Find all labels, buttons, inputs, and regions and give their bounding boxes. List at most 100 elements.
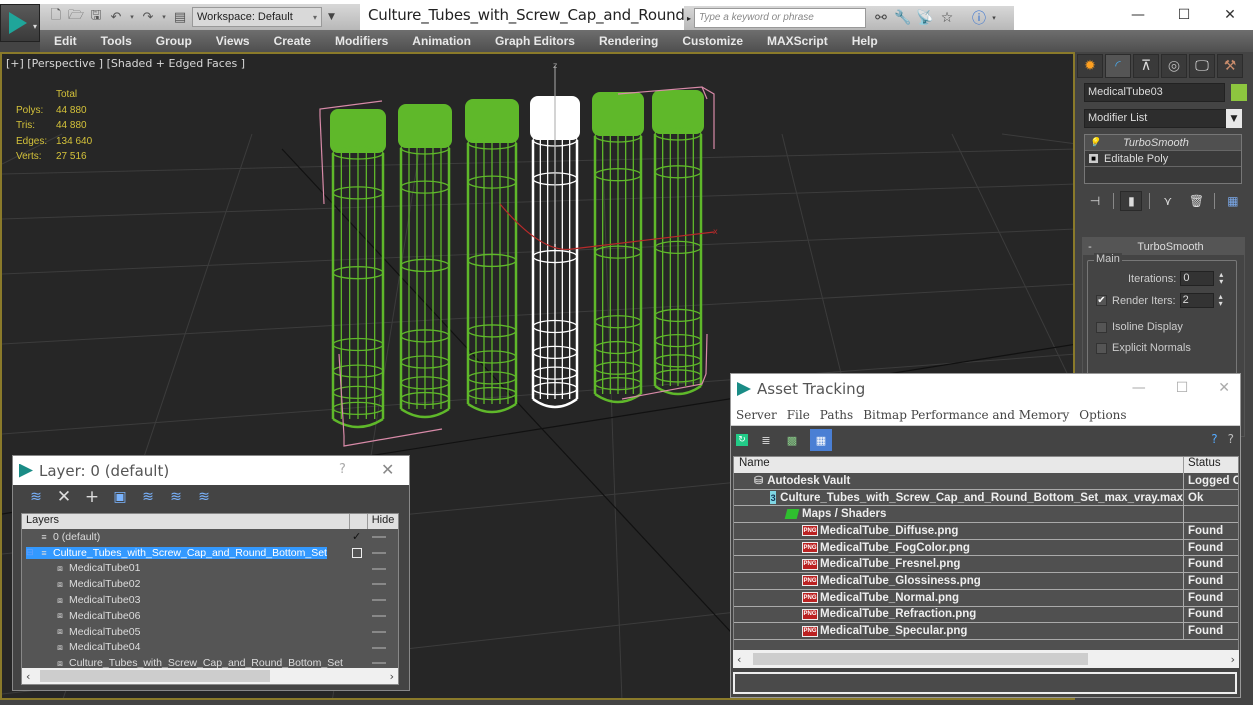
menu-group[interactable]: Group [156, 34, 192, 48]
thumbnail-view-icon[interactable]: ▩ [784, 432, 800, 448]
modifier-list-dropdown[interactable]: Modifier List [1084, 109, 1242, 128]
menu-rendering[interactable]: Rendering [599, 34, 658, 48]
menu-help[interactable]: Help [852, 34, 878, 48]
scrollbar-thumb[interactable] [40, 670, 270, 682]
hide-toggle[interactable] [372, 630, 386, 633]
utilities-tab[interactable]: ⚒ [1217, 54, 1243, 78]
hide-toggle[interactable] [372, 599, 386, 602]
object-color-swatch[interactable] [1231, 84, 1247, 101]
menu-bitmap-performance[interactable]: Bitmap Performance and Memory [863, 408, 1069, 422]
layer-object-row[interactable]: ⧈ MedicalTube03 [22, 592, 398, 608]
workspace-select[interactable]: Workspace: Default ▾ [192, 7, 322, 27]
minimize-button[interactable]: — [1115, 0, 1161, 30]
hide-toggle[interactable] [372, 536, 386, 538]
collapse-icon[interactable]: - [1083, 241, 1097, 253]
layer-object-row[interactable]: ⧈ MedicalTube01 [22, 561, 398, 577]
redo-icon[interactable]: ↷ [140, 9, 156, 25]
hide-toggle[interactable] [372, 614, 386, 617]
layer-object-row[interactable]: ⧈ MedicalTube02 [22, 576, 398, 592]
create-layer-icon[interactable]: ≋ [27, 489, 45, 505]
menu-create[interactable]: Create [274, 34, 311, 48]
undo-icon[interactable]: ↶ [108, 9, 124, 25]
horizontal-scrollbar[interactable]: ‹ › [22, 668, 398, 684]
highlight-layer-icon[interactable]: ≋ [139, 489, 157, 505]
hide-toggle[interactable] [372, 551, 386, 554]
lightbulb-icon[interactable]: 💡 [1089, 137, 1103, 148]
select-objects-icon[interactable]: ▣ [111, 489, 129, 505]
close-button[interactable]: ✕ [381, 460, 394, 479]
stack-item-editable-poly[interactable]: ■ Editable Poly [1085, 151, 1241, 167]
minimize-button[interactable]: — [1132, 380, 1146, 396]
close-button[interactable]: ✕ [1218, 380, 1230, 396]
motion-tab[interactable]: ◎ [1161, 54, 1187, 78]
help-dropdown-icon[interactable]: ▾ [990, 14, 998, 22]
new-file-icon[interactable]: 🗋 [48, 8, 64, 25]
make-unique-icon[interactable]: ⋎ [1157, 191, 1179, 211]
pin-stack-icon[interactable]: ⊣ [1084, 191, 1106, 211]
render-iters-checkbox[interactable]: ✔ [1096, 295, 1107, 306]
menu-customize[interactable]: Customize [682, 34, 743, 48]
horizontal-scrollbar[interactable]: ‹ › [733, 650, 1239, 668]
tube-medicaltube06[interactable] [652, 90, 704, 396]
modify-tab[interactable]: ◜ [1105, 54, 1131, 78]
open-file-icon[interactable]: 🗁 [68, 8, 84, 25]
dialog-titlebar[interactable]: Asset Tracking — ☐ ✕ [731, 374, 1240, 404]
viewport-label[interactable]: [+] [Perspective ] [Shaded + Edged Faces… [6, 57, 245, 70]
menu-animation[interactable]: Animation [412, 34, 471, 48]
customize-toolbar-icon[interactable]: ▼ [328, 12, 335, 22]
render-iters-input[interactable]: 2 [1179, 293, 1214, 308]
search-input[interactable]: Type a keyword or phrase [694, 8, 866, 28]
redo-dropdown-icon[interactable]: ▾ [160, 9, 168, 25]
menu-views[interactable]: Views [216, 34, 250, 48]
scroll-left-icon[interactable]: ‹ [26, 670, 30, 683]
column-header-name[interactable]: Name [734, 457, 1184, 473]
close-button[interactable]: ✕ [1207, 0, 1253, 30]
asset-row[interactable]: PNG MedicalTube_Specular.png Found [734, 623, 1238, 640]
column-header-layers[interactable]: Layers [22, 514, 350, 529]
hide-toggle[interactable] [372, 567, 386, 570]
undo-dropdown-icon[interactable]: ▾ [128, 9, 136, 25]
save-icon[interactable]: 🖫 [88, 8, 104, 25]
layer-object-row[interactable]: ⧈ MedicalTube06 [22, 608, 398, 624]
tube-medicaltube01[interactable] [330, 109, 386, 429]
menu-tools[interactable]: Tools [101, 34, 132, 48]
remove-modifier-icon[interactable]: 🗑 [1186, 191, 1208, 211]
menu-options[interactable]: Options [1079, 408, 1126, 422]
help-icon[interactable]: ⓘ [968, 8, 990, 28]
collapse-icon[interactable]: ⊟ [26, 547, 36, 558]
menu-file[interactable]: File [787, 408, 810, 422]
stack-item-turbosmooth[interactable]: 💡 TurboSmooth [1085, 135, 1241, 151]
freeze-layer-icon[interactable]: ≋ [195, 489, 213, 505]
asset-row[interactable]: PNG MedicalTube_Glossiness.png Found [734, 573, 1238, 590]
satellite-icon[interactable]: 📡 [914, 10, 936, 26]
layer-row[interactable]: ≡ 0 (default) ✓ [22, 529, 398, 545]
dialog-titlebar[interactable]: Layer: 0 (default) ? ✕ [13, 456, 409, 485]
context-help-icon[interactable]: ? [1228, 432, 1234, 446]
menu-maxscript[interactable]: MAXScript [767, 34, 828, 48]
column-header-status[interactable]: Status [1184, 457, 1238, 473]
tube-medicaltube03-other[interactable] [465, 99, 519, 414]
iterations-spinner[interactable]: ▴ ▾ [1217, 271, 1225, 286]
wrench-icon[interactable]: 🔧 [892, 10, 914, 26]
table-view-icon[interactable]: ▦ [810, 429, 832, 451]
asset-row[interactable]: PNG MedicalTube_Diffuse.png Found [734, 523, 1238, 540]
scroll-left-icon[interactable]: ‹ [737, 653, 741, 666]
hierarchy-tab[interactable]: ⊼ [1133, 54, 1159, 78]
asset-row[interactable]: Maps / Shaders [734, 506, 1238, 524]
render-iters-spinner[interactable]: ▴ ▾ [1217, 293, 1225, 308]
menu-edit[interactable]: Edit [54, 34, 77, 48]
expand-arrow-icon[interactable]: ▸ [684, 14, 694, 23]
app-menu-button[interactable]: ▾ [0, 4, 40, 42]
display-tab[interactable]: 🖵 [1189, 54, 1215, 78]
asset-row[interactable]: PNG MedicalTube_Refraction.png Found [734, 606, 1238, 624]
layer-row[interactable]: ⊟ ≡ Culture_Tubes_with_Screw_Cap_and_Round… [22, 545, 398, 561]
binoculars-icon[interactable]: ⚯ [870, 10, 892, 26]
help-icon[interactable]: ? [1211, 432, 1217, 446]
hide-toggle[interactable] [372, 646, 386, 649]
asset-path-field[interactable] [733, 672, 1237, 694]
menu-graph-editors[interactable]: Graph Editors [495, 34, 575, 48]
project-folder-icon[interactable]: ▤ [172, 9, 188, 25]
scrollbar-thumb[interactable] [753, 653, 1088, 665]
menu-modifiers[interactable]: Modifiers [335, 34, 388, 48]
hide-toggle[interactable] [372, 583, 386, 586]
